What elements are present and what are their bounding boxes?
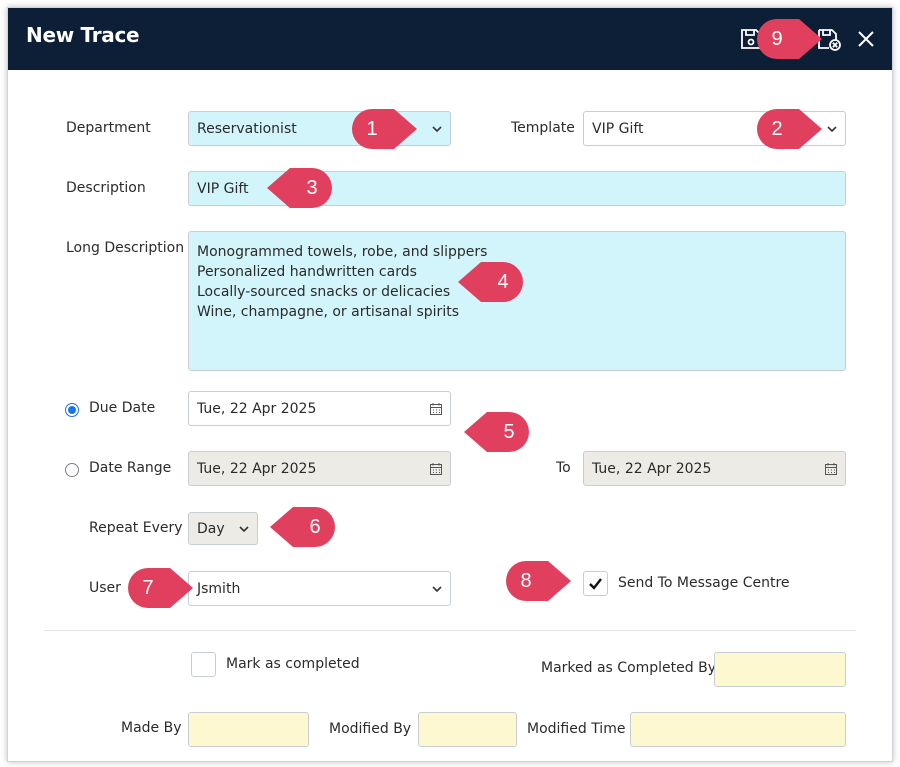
department-value: Reservationist	[197, 120, 297, 137]
user-label: User	[89, 580, 121, 596]
send-to-message-centre-label: Send To Message Centre	[618, 575, 790, 591]
callout-number: 5	[503, 421, 515, 443]
calendar-icon[interactable]	[824, 462, 838, 476]
mark-as-completed-label: Mark as completed	[226, 656, 360, 672]
mark-as-completed-checkbox[interactable]	[191, 652, 216, 677]
template-value: VIP Gift	[592, 120, 644, 137]
date-range-from-input[interactable]: Tue, 22 Apr 2025	[188, 451, 451, 486]
long-description-line: Wine, champagne, or artisanal spirits	[197, 304, 459, 320]
repeat-every-select[interactable]: Day	[188, 512, 258, 545]
date-range-radio[interactable]	[65, 463, 79, 477]
user-select[interactable]: Jsmith	[188, 571, 451, 606]
callout-marker-3: 3	[267, 168, 332, 208]
date-range-to-label: To	[556, 460, 571, 476]
callout-marker-2: 2	[757, 109, 822, 149]
modified-time-label: Modified Time	[527, 721, 626, 737]
user-value: Jsmith	[197, 580, 241, 597]
modified-by-label: Modified By	[329, 721, 412, 737]
checkmark-icon	[589, 578, 602, 590]
date-range-from-value: Tue, 22 Apr 2025	[197, 460, 317, 477]
callout-marker-5: 5	[464, 412, 529, 452]
calendar-icon[interactable]	[429, 402, 443, 416]
due-date-radio[interactable]	[65, 403, 79, 417]
chevron-down-icon	[827, 126, 837, 133]
callout-number: 7	[142, 577, 154, 599]
marked-as-completed-by-field	[714, 652, 846, 687]
callout-number: 3	[306, 177, 318, 199]
chevron-down-icon	[432, 126, 442, 133]
send-to-message-centre-checkbox[interactable]	[583, 571, 608, 596]
marked-as-completed-by-label: Marked as Completed By	[541, 660, 716, 676]
callout-marker-1: 1	[352, 109, 417, 149]
due-date-label: Due Date	[89, 400, 156, 416]
description-label: Description	[66, 180, 146, 196]
dialog-title: New Trace	[26, 23, 140, 47]
callout-number: 8	[520, 570, 532, 592]
modified-time-field	[630, 712, 846, 747]
date-range-label: Date Range	[89, 460, 172, 476]
callout-number: 2	[771, 118, 783, 140]
repeat-every-value: Day	[197, 520, 225, 537]
new-trace-dialog: New Trace Department Reservationist Temp…	[7, 7, 893, 762]
template-label: Template	[511, 120, 575, 136]
department-label: Department	[66, 120, 151, 136]
long-description-line: Monogrammed towels, robe, and slippers	[197, 244, 488, 260]
due-date-value: Tue, 22 Apr 2025	[197, 400, 317, 417]
section-divider	[44, 630, 856, 631]
callout-number: 9	[771, 28, 783, 50]
callout-marker-9: 9	[757, 19, 822, 59]
long-description-label: Long Description	[66, 240, 185, 256]
date-range-to-input[interactable]: Tue, 22 Apr 2025	[583, 451, 846, 486]
chevron-down-icon	[432, 586, 442, 593]
due-date-input[interactable]: Tue, 22 Apr 2025	[188, 391, 451, 426]
date-range-to-value: Tue, 22 Apr 2025	[592, 460, 712, 477]
chevron-down-icon	[239, 526, 249, 533]
modified-by-field	[418, 712, 517, 747]
callout-number: 6	[309, 516, 321, 538]
calendar-icon[interactable]	[429, 462, 443, 476]
callout-number: 4	[497, 271, 509, 293]
made-by-label: Made By	[121, 720, 182, 736]
made-by-field	[188, 712, 309, 747]
callout-number: 1	[366, 118, 378, 140]
callout-marker-4: 4	[458, 262, 523, 302]
callout-marker-6: 6	[270, 507, 335, 547]
description-value: VIP Gift	[197, 180, 249, 197]
close-icon[interactable]	[853, 26, 879, 52]
callout-marker-7: 7	[128, 568, 193, 608]
callout-marker-8: 8	[506, 561, 571, 601]
repeat-every-label: Repeat Every	[89, 520, 183, 536]
